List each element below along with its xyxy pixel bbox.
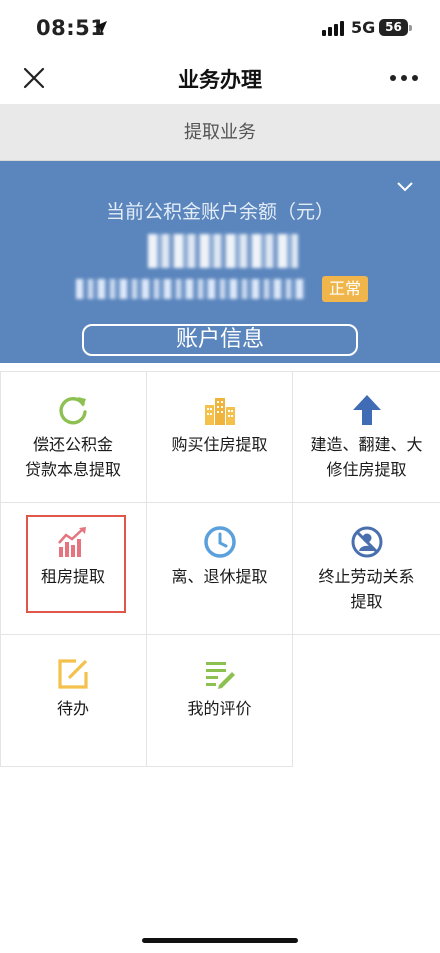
refresh-icon [59,397,87,425]
status-badge: 正常 [322,276,368,302]
service-label-line: 修住房提取 [326,460,407,479]
service-label-line: 建造、翻建、大 [310,435,423,454]
blurred-balance-amount [148,234,298,268]
service-label-line: 租房提取 [40,567,105,586]
signal-icon [322,21,346,36]
edit-square-icon [58,659,88,689]
network-label: 5G [351,18,376,37]
balance-caption: 当前公积金账户余额（元） [105,201,334,223]
section-title: 提取业务 [184,122,256,143]
service-label-line: 待办 [56,699,89,718]
service-label: 离、退休提取 [155,564,284,589]
buildings-icon [204,398,235,425]
no-person-icon [351,526,382,558]
more-icon[interactable] [388,66,420,90]
service-label-line: 偿还公积金 [32,435,113,454]
rent-chart-icon [58,527,86,557]
service-label: 我的评价 [155,696,284,721]
page-title: 业务办理 [178,68,262,92]
service-label: 终止劳动关系 提取 [301,564,432,614]
service-label: 偿还公积金 贷款本息提取 [8,432,138,482]
service-label-line: 终止劳动关系 [318,567,415,586]
location-arrow-icon [93,21,107,35]
battery-cap [409,25,412,31]
service-label: 购买住房提取 [155,432,284,457]
balance-card: 当前公积金账户余额（元） 正常 账户信息 [0,161,440,363]
service-repay-loan[interactable]: 偿还公积金 贷款本息提取 [0,371,147,503]
chevron-down-icon[interactable] [396,181,414,193]
service-todo[interactable]: 待办 [0,635,147,767]
service-my-evaluation[interactable]: 我的评价 [147,635,293,767]
service-buy-house[interactable]: 购买住房提取 [147,371,293,503]
service-label: 建造、翻建、大 修住房提取 [301,432,432,482]
service-label: 租房提取 [8,564,138,589]
home-indicator[interactable] [142,938,298,943]
service-retirement[interactable]: 离、退休提取 [147,503,293,635]
service-terminate-labor[interactable]: 终止劳动关系 提取 [293,503,440,635]
account-info-button[interactable]: 账户信息 [82,324,358,356]
service-label-line: 离、退休提取 [171,567,268,586]
service-label-line: 我的评价 [187,699,252,718]
service-label-line: 贷款本息提取 [24,460,121,479]
nav-bar: 业务办理 [0,56,440,104]
service-rent-house[interactable]: 租房提取 [0,503,147,635]
service-label: 待办 [8,696,138,721]
clock-icon [203,526,236,558]
service-label-line: 购买住房提取 [171,435,268,454]
list-pencil-icon [205,662,235,689]
section-header: 提取业务 [0,104,440,161]
service-label-line: 提取 [350,592,383,611]
service-build-house[interactable]: 建造、翻建、大 修住房提取 [293,371,440,503]
battery-icon: 56 [379,19,408,36]
arrow-up-icon [352,395,381,425]
status-bar: 08:51 5G 56 [0,0,440,56]
blurred-account-number [76,279,306,299]
